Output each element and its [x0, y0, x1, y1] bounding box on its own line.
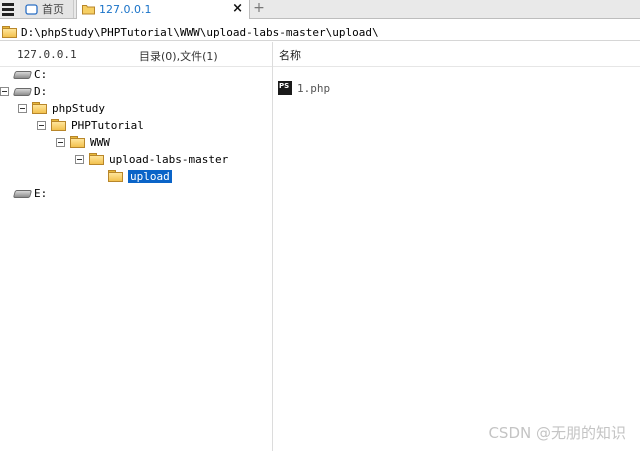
directory-tree-pane: 127.0.0.1 目录(0),文件(1) C: D: phpStudy PHP…	[0, 42, 273, 451]
tree-item-phpstudy[interactable]: phpStudy	[18, 100, 105, 116]
folder-icon	[2, 26, 17, 38]
current-path: D:\phpStudy\PHPTutorial\WWW\upload-labs-…	[21, 25, 379, 39]
tree-item-label-selected: upload	[128, 169, 172, 183]
close-tab-icon[interactable]: ×	[232, 1, 243, 16]
tree-item-label: phpStudy	[52, 101, 105, 115]
file-item[interactable]: PS 1.php	[278, 80, 330, 96]
tab-home-label: 首页	[42, 3, 64, 16]
file-list-pane: 名称 PS 1.php	[273, 42, 640, 451]
drive-icon	[12, 188, 33, 198]
folder-icon	[82, 3, 95, 16]
watermark: CSDN @无朋的知识	[488, 424, 626, 442]
path-bar[interactable]: D:\phpStudy\PHPTutorial\WWW\upload-labs-…	[0, 24, 640, 41]
tree-item-label: upload-labs-master	[109, 152, 229, 166]
tree-header: 127.0.0.1 目录(0),文件(1)	[0, 42, 272, 67]
folder-icon	[51, 119, 66, 131]
tree-item-upload-labs-master[interactable]: upload-labs-master	[75, 151, 228, 167]
collapse-icon[interactable]	[37, 120, 46, 130]
folder-icon	[70, 136, 85, 148]
folder-icon	[89, 153, 104, 165]
tab-host-label: 127.0.0.1	[99, 3, 152, 16]
add-tab-button[interactable]: +	[252, 0, 266, 18]
tree-item-phptutorial[interactable]: PHPTutorial	[37, 117, 144, 133]
tree-item-d-drive[interactable]: D:	[0, 83, 47, 99]
collapse-icon[interactable]	[0, 86, 9, 96]
tab-home[interactable]: 首页	[20, 0, 74, 18]
tree-item-label: D:	[34, 84, 48, 98]
file-list-header: 名称	[273, 42, 640, 67]
tab-menu-icon[interactable]	[0, 1, 16, 17]
tree-item-upload[interactable]: upload	[108, 168, 172, 184]
tab-host[interactable]: 127.0.0.1 ×	[76, 0, 250, 19]
collapse-icon[interactable]	[18, 103, 27, 113]
column-name-header[interactable]: 名称	[279, 47, 301, 63]
collapse-icon[interactable]	[75, 154, 84, 164]
home-window-icon	[25, 3, 38, 16]
phpstorm-file-icon: PS	[278, 81, 292, 95]
tree-item-c-drive[interactable]: C:	[12, 66, 48, 82]
item-count: 目录(0),文件(1)	[139, 50, 218, 63]
open-folder-icon	[108, 170, 123, 182]
host-label: 127.0.0.1	[17, 48, 77, 61]
tree-item-www[interactable]: WWW	[56, 134, 110, 150]
drive-icon	[12, 69, 33, 79]
file-name: 1.php	[297, 81, 331, 95]
tree-item-label: E:	[34, 186, 48, 200]
tab-bar: 首页 127.0.0.1 × +	[0, 0, 640, 19]
tree-item-label: C:	[34, 67, 48, 81]
drive-icon	[12, 86, 33, 96]
tree-item-label: WWW	[90, 135, 110, 149]
folder-icon	[32, 102, 47, 114]
collapse-icon[interactable]	[56, 137, 65, 147]
tree-item-label: PHPTutorial	[71, 118, 144, 132]
tree-item-e-drive[interactable]: E:	[12, 185, 48, 201]
